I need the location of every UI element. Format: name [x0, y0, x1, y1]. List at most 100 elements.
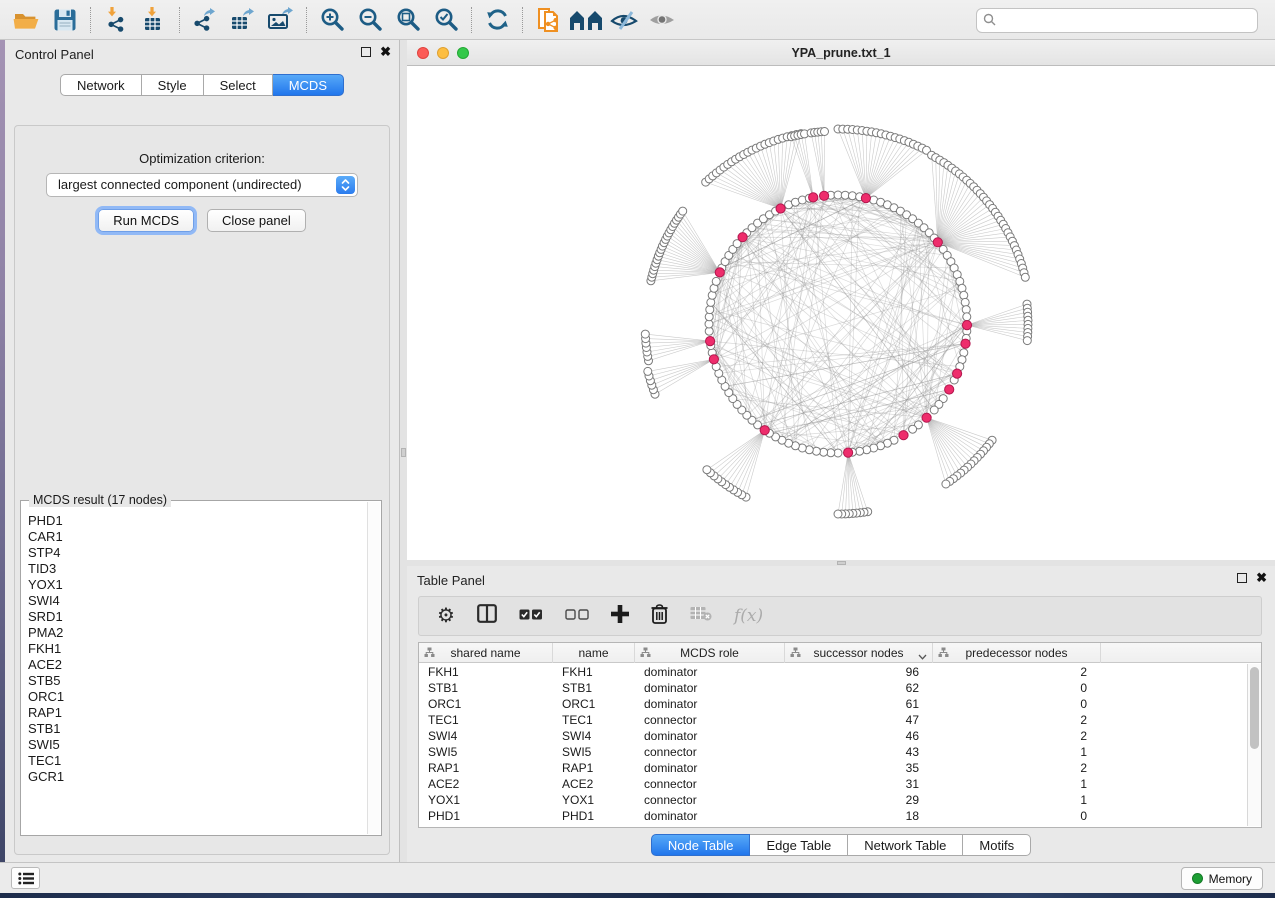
- minimize-window-icon[interactable]: [437, 47, 449, 59]
- cell-shared-name: PHD1: [419, 809, 553, 823]
- network-graph[interactable]: [407, 66, 1275, 559]
- mcds-node-item[interactable]: TEC1: [28, 753, 366, 769]
- maximize-window-icon[interactable]: [457, 47, 469, 59]
- mcds-list-scrollbar[interactable]: [367, 502, 380, 834]
- mcds-node-item[interactable]: SWI4: [28, 593, 366, 609]
- table-row[interactable]: TEC1TEC1connector472: [419, 712, 1247, 728]
- cell-MCDS-role: connector: [635, 713, 785, 727]
- tab-edge-table[interactable]: Edge Table: [750, 834, 848, 856]
- mcds-node-item[interactable]: RAP1: [28, 705, 366, 721]
- mcds-result-list[interactable]: PHD1CAR1STP4TID3YOX1SWI4SRD1PMA2FKH1ACE2…: [22, 507, 366, 834]
- cell-predecessor-nodes: 2: [933, 665, 1101, 679]
- close-table-panel-icon[interactable]: ✖: [1256, 573, 1267, 583]
- zoom-in-icon: [319, 6, 346, 33]
- zoom-out-button[interactable]: [351, 4, 389, 36]
- vertical-splitter[interactable]: [400, 40, 407, 862]
- table-row[interactable]: PHD1PHD1dominator180: [419, 808, 1247, 824]
- table-row[interactable]: SWI5SWI5connector431: [419, 744, 1247, 760]
- table-row[interactable]: STB1STB1dominator620: [419, 680, 1247, 696]
- cell-predecessor-nodes: 0: [933, 697, 1101, 711]
- gear-icon: ⚙: [437, 606, 455, 627]
- network-titlebar: YPA_prune.txt_1: [407, 40, 1275, 66]
- deselect-all-rows-button[interactable]: [565, 607, 589, 625]
- close-panel-button[interactable]: Close panel: [207, 209, 306, 232]
- tab-node-table[interactable]: Node Table: [651, 834, 751, 856]
- open-session-button[interactable]: [8, 4, 46, 36]
- table-row[interactable]: FKH1FKH1dominator962: [419, 664, 1247, 680]
- cell-name: SWI4: [553, 729, 635, 743]
- cell-MCDS-role: dominator: [635, 809, 785, 823]
- mcds-node-item[interactable]: TID3: [28, 561, 366, 577]
- zoom-selected-button[interactable]: [427, 4, 465, 36]
- select-all-rows-button[interactable]: [519, 607, 543, 625]
- table-row[interactable]: YOX1YOX1connector291: [419, 792, 1247, 808]
- table-mode-button[interactable]: ⚙: [437, 606, 455, 627]
- create-column-button[interactable]: [611, 605, 629, 628]
- zoom-fit-button[interactable]: [389, 4, 427, 36]
- column-header-predecessor-nodes[interactable]: predecessor nodes: [933, 643, 1101, 663]
- export-network-button[interactable]: [186, 4, 224, 36]
- mcds-node-item[interactable]: CAR1: [28, 529, 366, 545]
- mcds-node-item[interactable]: FKH1: [28, 641, 366, 657]
- network-canvas[interactable]: [407, 66, 1275, 559]
- float-panel-icon[interactable]: [361, 47, 371, 57]
- tab-style[interactable]: Style: [142, 74, 204, 96]
- float-table-panel-icon[interactable]: [1237, 573, 1247, 583]
- column-header-successor-nodes[interactable]: successor nodes: [785, 643, 933, 663]
- export-image-button[interactable]: [262, 4, 300, 36]
- criterion-select[interactable]: largest connected component (undirected): [46, 173, 358, 197]
- column-header-name[interactable]: name: [553, 643, 635, 663]
- import-table-button[interactable]: [135, 4, 173, 36]
- tab-mcds[interactable]: MCDS: [273, 74, 344, 96]
- cell-shared-name: STB1: [419, 681, 553, 695]
- checks-on-icon: [519, 607, 543, 625]
- table-row[interactable]: RAP1RAP1dominator352: [419, 760, 1247, 776]
- mcds-node-item[interactable]: PMA2: [28, 625, 366, 641]
- mcds-node-item[interactable]: YOX1: [28, 577, 366, 593]
- column-header-shared-name[interactable]: shared name: [419, 643, 553, 663]
- mcds-node-item[interactable]: SWI5: [28, 737, 366, 753]
- column-label: successor nodes: [813, 646, 903, 660]
- table-row[interactable]: ORC1ORC1dominator610: [419, 696, 1247, 712]
- tab-select[interactable]: Select: [204, 74, 273, 96]
- memory-button[interactable]: Memory: [1181, 867, 1263, 890]
- mcds-node-item[interactable]: STP4: [28, 545, 366, 561]
- mcds-result-group: MCDS result (17 nodes) PHD1CAR1STP4TID3Y…: [20, 500, 382, 836]
- mcds-node-item[interactable]: PHD1: [28, 513, 366, 529]
- mcds-node-item[interactable]: SRD1: [28, 609, 366, 625]
- mcds-node-item[interactable]: STB5: [28, 673, 366, 689]
- tab-motifs[interactable]: Motifs: [963, 834, 1031, 856]
- mcds-node-item[interactable]: GCR1: [28, 769, 366, 785]
- cell-successor-nodes: 61: [785, 697, 933, 711]
- first-neighbors-button[interactable]: [567, 4, 605, 36]
- column-header-MCDS-role[interactable]: MCDS role: [635, 643, 785, 663]
- cell-MCDS-role: dominator: [635, 665, 785, 679]
- hide-selected-button[interactable]: [605, 4, 643, 36]
- mcds-node-item[interactable]: ACE2: [28, 657, 366, 673]
- delete-columns-button[interactable]: [651, 604, 668, 629]
- refresh-button[interactable]: [478, 4, 516, 36]
- tab-network-table[interactable]: Network Table: [848, 834, 963, 856]
- table-scrollbar[interactable]: [1247, 664, 1261, 826]
- import-network-button[interactable]: [97, 4, 135, 36]
- select-stepper-icon: [336, 176, 355, 194]
- zoom-selected-icon: [433, 6, 460, 33]
- plus-icon: [611, 605, 629, 628]
- zoom-in-button[interactable]: [313, 4, 351, 36]
- close-window-icon[interactable]: [417, 47, 429, 59]
- table-row[interactable]: ACE2ACE2connector311: [419, 776, 1247, 792]
- export-table-button[interactable]: [224, 4, 262, 36]
- search-input[interactable]: [976, 8, 1258, 33]
- table-row[interactable]: SWI4SWI4dominator462: [419, 728, 1247, 744]
- save-session-button[interactable]: [46, 4, 84, 36]
- duplicate-network-button[interactable]: [529, 4, 567, 36]
- show-columns-button[interactable]: [477, 604, 497, 628]
- mcds-node-item[interactable]: STB1: [28, 721, 366, 737]
- close-panel-icon[interactable]: ✖: [380, 47, 391, 57]
- tab-network[interactable]: Network: [60, 74, 142, 96]
- toolbar-separator: [90, 7, 91, 33]
- run-mcds-button[interactable]: Run MCDS: [98, 209, 194, 232]
- delete-table-button: [690, 606, 712, 626]
- task-history-button[interactable]: [11, 867, 40, 889]
- mcds-node-item[interactable]: ORC1: [28, 689, 366, 705]
